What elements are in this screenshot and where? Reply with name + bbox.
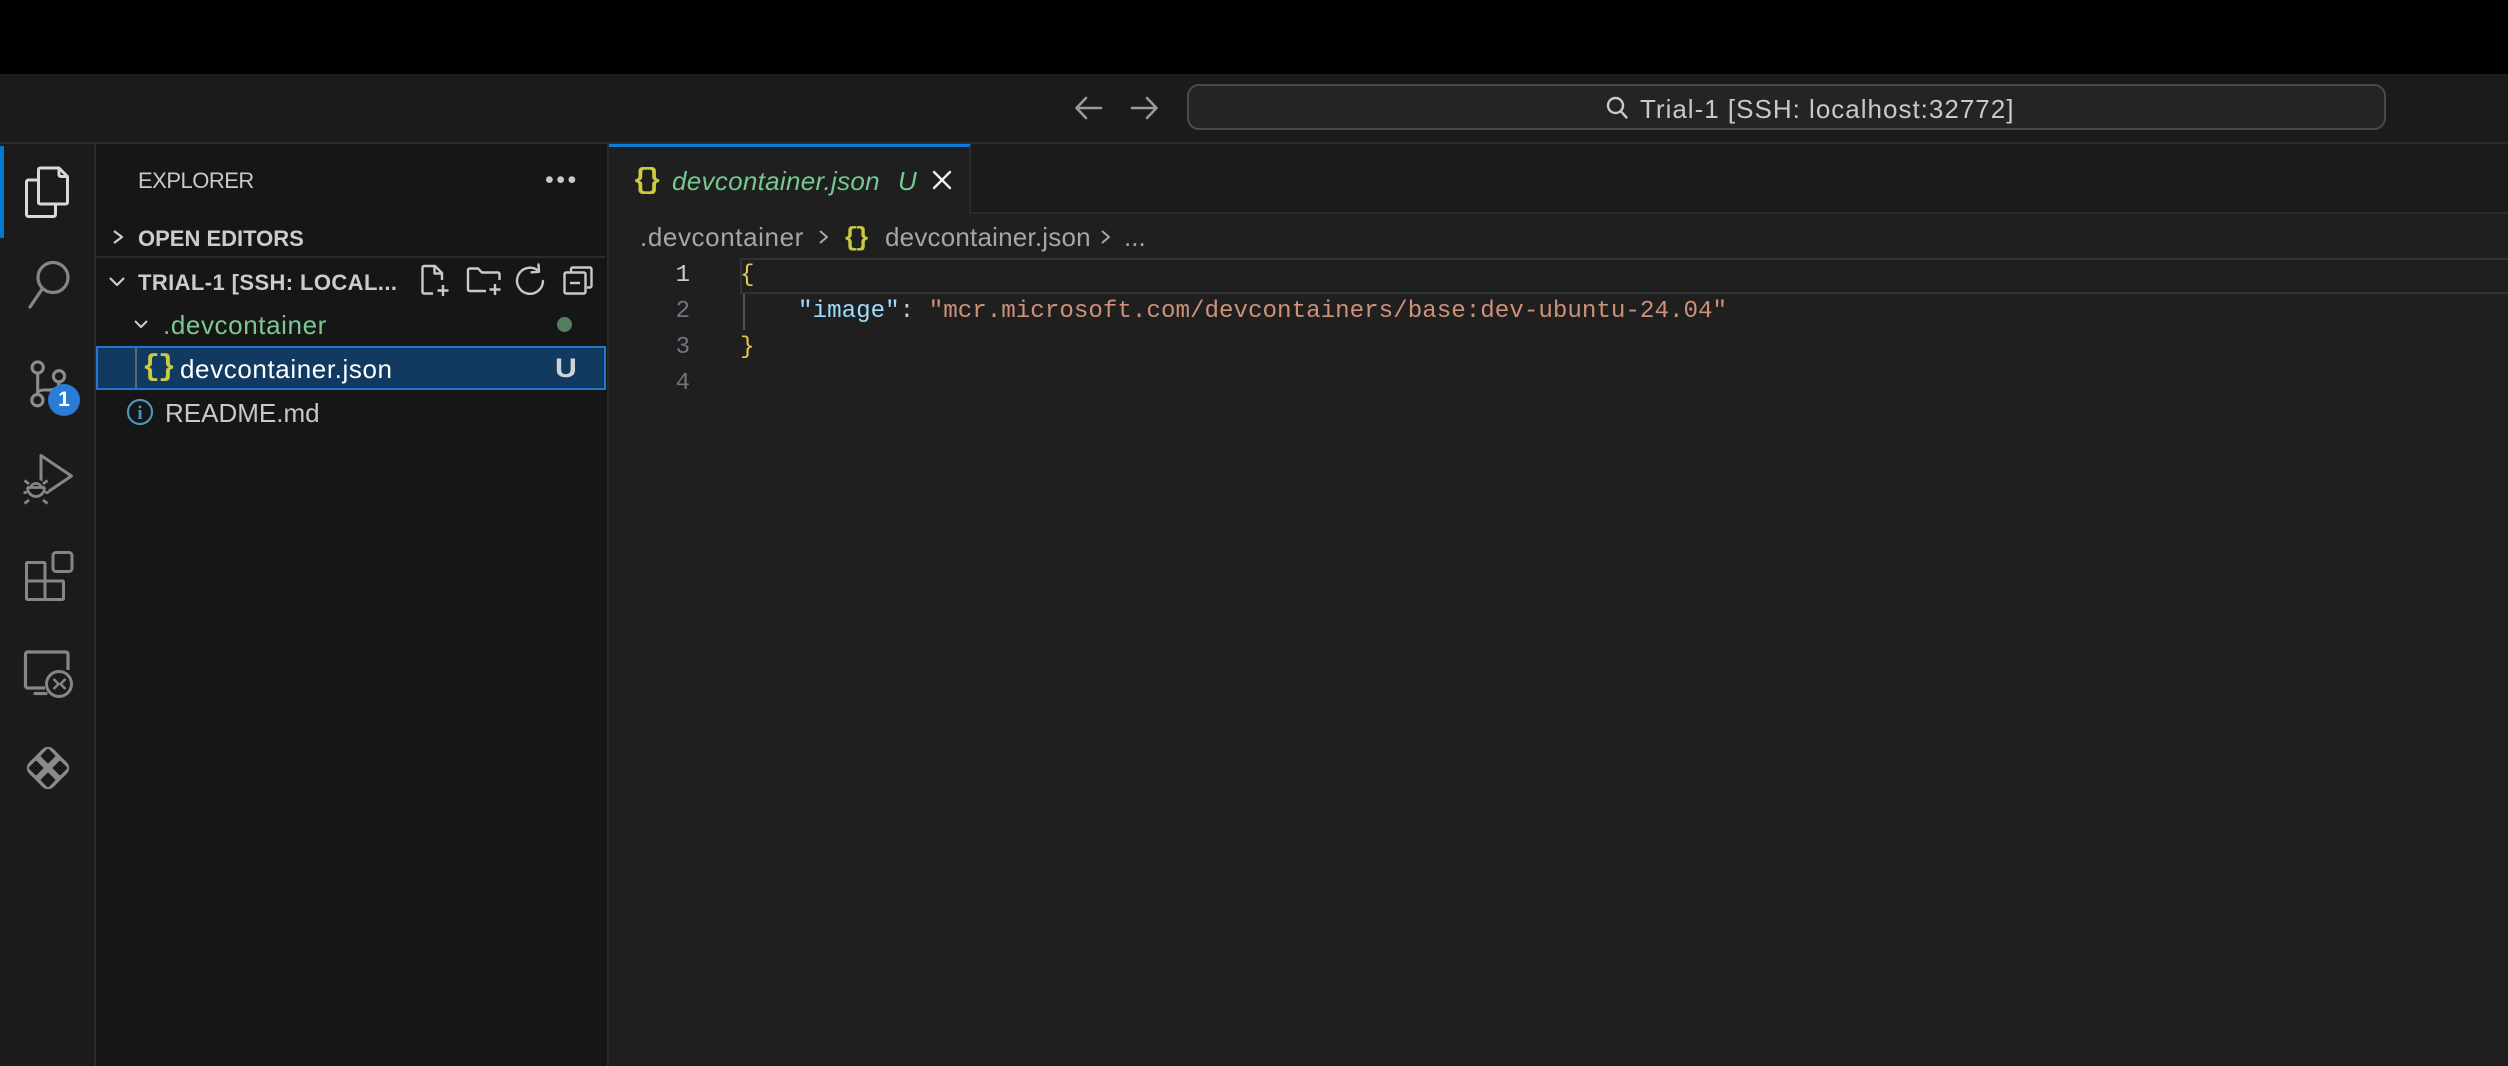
svg-text:i: i [137, 403, 142, 424]
